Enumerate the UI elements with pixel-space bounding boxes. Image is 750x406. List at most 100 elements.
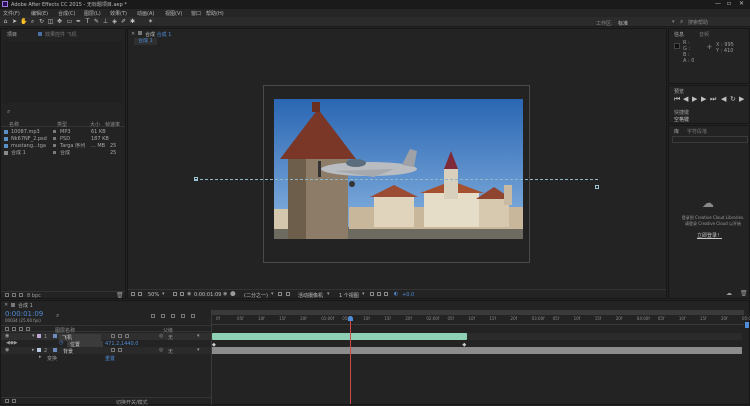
login-button[interactable]: 立即登录！ — [697, 232, 722, 239]
reset-link[interactable]: 重置 — [105, 355, 115, 362]
path-end-keyframe[interactable] — [595, 185, 599, 189]
pin-tool-icon[interactable]: ✶ — [147, 19, 154, 25]
brush-tool-icon[interactable]: ✎ — [93, 19, 100, 25]
zoom-tool-icon[interactable]: ⌕ — [29, 19, 36, 25]
column-size[interactable]: 大小 — [90, 121, 100, 128]
timeline-tracks[interactable]: 0f 05f 10f 15f 20f 01:00f 05f 10f 15f 20f 02:00f 05… — [211, 310, 750, 405]
menu-file[interactable]: 文件(F) — [3, 10, 20, 17]
minimize-button[interactable]: — — [715, 0, 721, 7]
project-item[interactable]: 合成 1 合成 25 — [4, 150, 124, 156]
shortcut-select[interactable]: 空格键 — [674, 116, 689, 123]
tab-composition[interactable]: 合成 合成 1 — [145, 31, 171, 38]
menu-animation[interactable]: 动画(A) — [137, 10, 154, 17]
new-folder-icon[interactable] — [12, 293, 16, 297]
rectangle-tool-icon[interactable]: ▭ — [66, 19, 73, 25]
hand-tool-icon[interactable]: ✋ — [20, 19, 27, 25]
stopwatch-icon[interactable]: ◷ — [59, 340, 63, 346]
delete-icon[interactable]: 🗑 — [116, 292, 124, 299]
tab-project[interactable]: 项目 — [7, 31, 17, 38]
resolution-dropdown-icon[interactable]: ▾ — [271, 291, 274, 297]
exposure-icon[interactable]: ◐ — [394, 291, 398, 297]
comp-viewer[interactable] — [128, 47, 666, 289]
parent-dropdown-icon[interactable]: ▾ — [197, 333, 200, 339]
comp-timecode[interactable]: 0:00:01:09 — [194, 292, 221, 298]
grid-icon[interactable] — [180, 292, 184, 296]
new-composition-icon[interactable] — [19, 293, 23, 297]
draft-3d-icon[interactable] — [151, 314, 155, 318]
shy-layers-icon[interactable] — [161, 314, 165, 318]
switch-quality-icon[interactable] — [118, 334, 122, 338]
menu-help[interactable]: 帮助(H) — [206, 10, 224, 17]
column-name[interactable]: 名称 — [9, 121, 19, 128]
next-frame-icon[interactable]: ▶ — [701, 96, 706, 103]
interpret-footage-icon[interactable] — [5, 293, 9, 297]
comp-close-icon[interactable]: ✕ — [131, 31, 135, 37]
close-button[interactable]: ✕ — [739, 0, 744, 7]
menu-composition[interactable]: 合成(C) — [58, 10, 75, 17]
menu-layer[interactable]: 图层(L) — [84, 10, 101, 17]
parent-dropdown-icon[interactable]: ▾ — [197, 347, 200, 353]
views-dropdown-icon[interactable]: ▾ — [362, 291, 365, 297]
camera-tool-icon[interactable]: ◫ — [47, 19, 54, 25]
switch-effect-icon[interactable] — [125, 334, 129, 338]
timeline-lock-icon[interactable] — [11, 303, 15, 307]
help-search-input[interactable]: 搜索帮助 — [688, 19, 708, 26]
tab-character[interactable]: 字符段落 — [687, 128, 707, 135]
comp-lock-icon[interactable] — [138, 31, 142, 35]
clone-stamp-tool-icon[interactable]: ⊥ — [102, 19, 109, 25]
property-row[interactable]: ◀◆▶ ◷ 位置 471.2,1440.0 — [1, 340, 211, 348]
flowchart-icon[interactable] — [384, 292, 388, 296]
color-channel-icon[interactable]: ⬤ — [230, 291, 236, 297]
switch-collapse-icon[interactable] — [111, 348, 115, 352]
menu-window[interactable]: 窗口 — [191, 10, 201, 17]
camera-dropdown-icon[interactable]: ▾ — [327, 291, 330, 297]
selection-tool-icon[interactable]: ➤ — [11, 19, 18, 25]
home-icon[interactable]: ⌂ — [2, 19, 9, 25]
views-select[interactable]: 1 个视图 — [339, 292, 359, 299]
playhead[interactable] — [350, 316, 352, 404]
tab-info[interactable]: 信息 — [674, 31, 684, 38]
tab-preview[interactable]: 预览 — [674, 88, 684, 95]
column-fps[interactable]: 帧速率 — [105, 121, 120, 128]
graph-editor-icon[interactable] — [191, 314, 195, 318]
toggle-mask-icon[interactable] — [138, 292, 142, 296]
eye-icon[interactable]: ◉ — [5, 333, 9, 339]
timeline-search-icon[interactable]: ⌕ — [56, 312, 59, 320]
menu-edit[interactable]: 编辑(E) — [31, 10, 48, 17]
workspace-dropdown-icon[interactable]: ▾ — [672, 19, 675, 25]
timeline-timecode[interactable]: 0:00:01:09 — [5, 310, 43, 318]
expand-arrow-icon[interactable]: ▸ — [32, 347, 35, 353]
timeline-close-icon[interactable]: ✕ — [4, 302, 8, 308]
loop-icon[interactable]: ↻ — [730, 96, 736, 103]
camera-icon[interactable]: ◉ — [223, 291, 227, 297]
tab-timeline-comp[interactable]: 合成 1 — [18, 302, 33, 309]
path-start-keyframe[interactable] — [194, 177, 198, 181]
project-search-icon[interactable]: ⌕ — [7, 108, 10, 116]
always-preview-icon[interactable] — [131, 292, 135, 296]
pen-tool-icon[interactable]: ✒ — [75, 19, 82, 25]
exposure-value[interactable]: +0.0 — [402, 292, 414, 298]
workspace-select[interactable]: 标准 — [618, 20, 628, 27]
tab-effect-controls[interactable]: 效果控件 飞机 — [45, 31, 77, 38]
audio-icon[interactable]: ◀ — [721, 96, 726, 103]
project-item[interactable]: Nk67NF_2.psd PSD 187 KB — [4, 136, 124, 142]
layer-bar-airplane[interactable] — [212, 333, 468, 340]
column-type[interactable]: 类型 — [57, 121, 67, 128]
expand-arrow-icon[interactable]: ▸ — [39, 354, 42, 360]
puppet-tool-icon[interactable]: ✱ — [129, 19, 136, 25]
label-color-icon[interactable] — [37, 334, 41, 338]
parent-pick-whip-icon[interactable]: ◎ — [159, 347, 163, 353]
first-frame-icon[interactable]: ⏮ — [674, 96, 680, 103]
rotate-tool-icon[interactable]: ↻ — [38, 19, 45, 25]
eraser-tool-icon[interactable]: ◈ — [111, 19, 118, 25]
time-ruler[interactable]: 0f 05f 10f 15f 20f 01:00f 05f 10f 15f 20f 02:00f 05… — [212, 316, 750, 325]
tab-libraries[interactable]: 库 — [674, 128, 679, 135]
eye-icon[interactable]: ◉ — [5, 347, 9, 353]
time-nav-end-icon[interactable] — [745, 322, 749, 328]
transparency-grid-icon[interactable] — [286, 292, 290, 296]
comp-mini-flow-icon[interactable] — [5, 399, 9, 403]
play-icon[interactable]: ▶ — [692, 96, 697, 103]
camera-select[interactable]: 活动摄像机 — [298, 292, 323, 299]
snapshot-icon[interactable]: ◉ — [187, 291, 191, 297]
layer-row[interactable]: ◉ ▸ 2 背景 ◎ 无 ▾ — [1, 347, 211, 355]
